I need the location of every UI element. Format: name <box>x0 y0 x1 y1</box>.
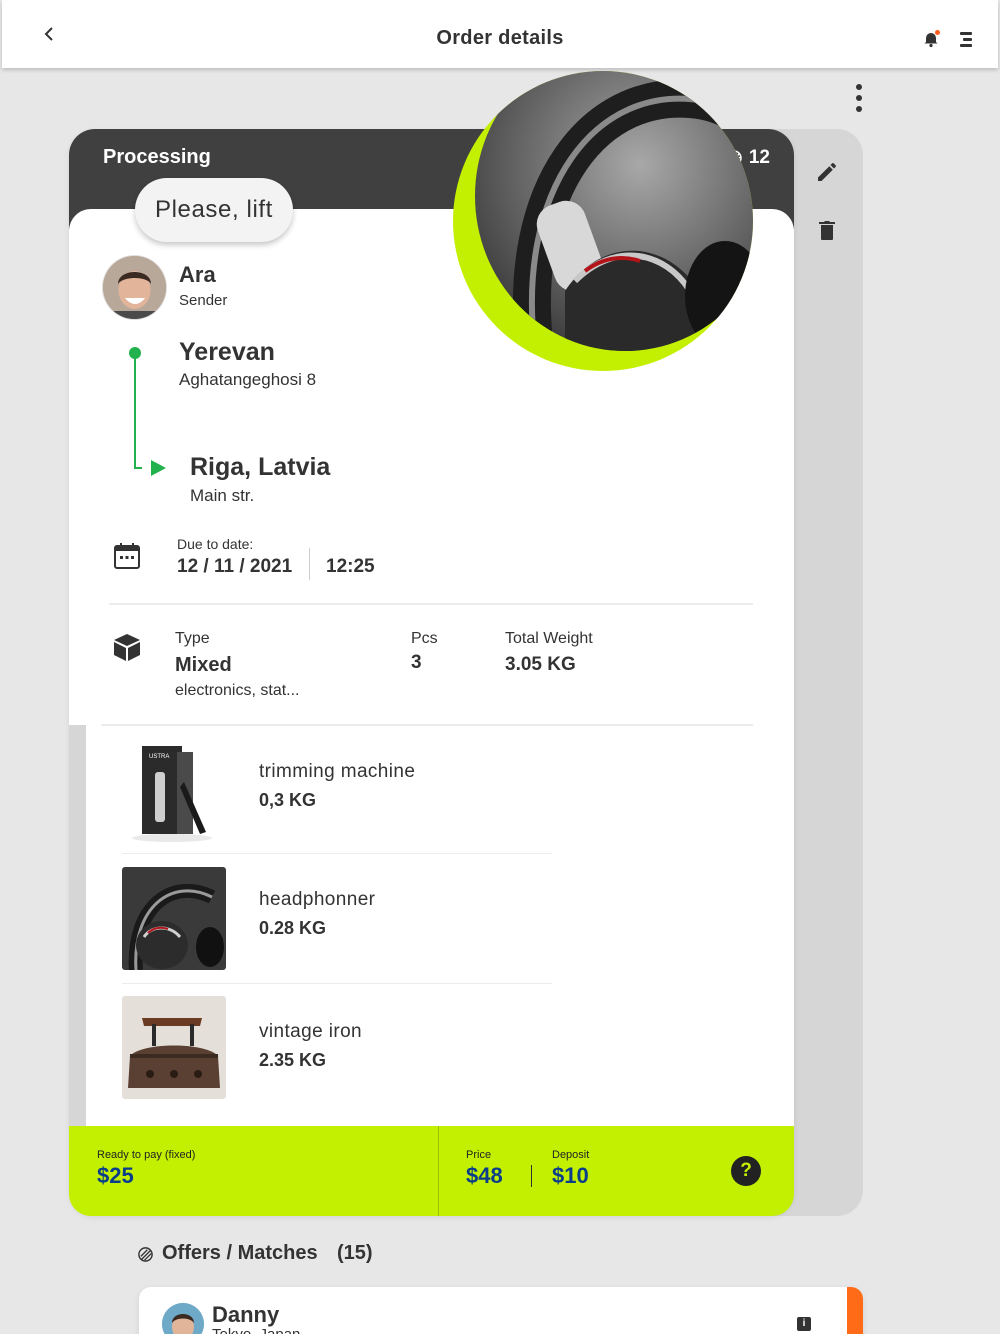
divider <box>109 603 753 605</box>
route-line <box>134 358 136 468</box>
calendar-icon <box>114 543 140 569</box>
route-arrow-icon <box>151 460 166 476</box>
destination-address: Main str. <box>190 486 255 505</box>
card-body-edge <box>69 725 86 1130</box>
offer-name: Danny <box>212 1302 280 1327</box>
price-deposit-divider <box>531 1165 532 1187</box>
kebab-icon-dot <box>856 106 862 112</box>
item-weight: 0,3 KG <box>259 790 317 810</box>
type-label: Type <box>175 630 210 647</box>
item-name: vintage iron <box>259 1021 363 1042</box>
price-value: $48 <box>466 1163 503 1188</box>
offers-count: (15) <box>337 1242 373 1264</box>
destination-city: Riga, Latvia <box>190 453 331 481</box>
page-title: Order details <box>436 27 564 49</box>
order-status: Processing <box>103 146 211 168</box>
item-divider <box>122 983 552 984</box>
item-weight: 2.35 KG <box>259 1050 327 1070</box>
deposit-value: $10 <box>552 1163 589 1188</box>
trash-icon <box>819 221 835 240</box>
menu-icon <box>960 32 972 35</box>
kebab-icon-dot <box>856 95 862 101</box>
menu-button[interactable] <box>954 31 972 47</box>
type-description: electronics, stat... <box>175 682 300 699</box>
item-thumbnail-trimmer[interactable]: USTRA <box>122 742 226 845</box>
more-options-button[interactable] <box>852 84 866 114</box>
total-weight-label: Total Weight <box>505 630 593 647</box>
offers-title: Offers / Matches <box>162 1242 318 1264</box>
item-weight: 0.28 KG <box>259 918 327 938</box>
notifications-button[interactable] <box>922 30 940 48</box>
total-weight-value: 3.05 KG <box>505 654 576 675</box>
item-name: headphonner <box>259 889 376 910</box>
type-value: Mixed <box>175 654 232 676</box>
item-divider <box>122 853 552 854</box>
route-line-end <box>134 467 142 469</box>
note-bubble: Please, lift <box>135 178 293 242</box>
sender-role: Sender <box>179 292 228 309</box>
due-date: 12 / 11 / 2021 <box>177 556 293 577</box>
menu-icon-line <box>963 38 972 41</box>
price-label: Price <box>466 1149 492 1161</box>
origin-address: Aghatangeghosi 8 <box>179 370 317 389</box>
edit-button[interactable] <box>815 160 839 184</box>
pcs-label: Pcs <box>411 630 438 647</box>
ready-to-pay-value: $25 <box>97 1163 134 1188</box>
offer-location: Tokyo, Japan <box>212 1326 300 1334</box>
help-button[interactable]: ? <box>731 1156 761 1186</box>
due-time: 12:25 <box>326 556 375 577</box>
top-app-bar: Order details <box>2 0 998 68</box>
pcs-value: 3 <box>411 652 422 673</box>
svg-text:USTRA: USTRA <box>149 754 169 760</box>
layers-icon <box>138 1247 153 1262</box>
package-icon <box>114 634 140 661</box>
notification-dot <box>935 30 940 35</box>
item-thumbnail-iron[interactable] <box>122 996 226 1099</box>
info-icon[interactable]: i <box>797 1317 811 1331</box>
headphones-photo <box>475 71 753 351</box>
origin-city: Yerevan <box>179 338 275 366</box>
product-hero-image <box>453 71 753 371</box>
item-thumbnail-headphones[interactable] <box>122 867 226 970</box>
pencil-icon <box>818 163 836 181</box>
delete-button[interactable] <box>815 218 839 242</box>
divider <box>101 724 753 726</box>
kebab-icon <box>856 84 862 90</box>
sender-avatar[interactable] <box>103 256 166 319</box>
due-label: Due to date: <box>177 536 254 552</box>
menu-icon-line <box>960 44 972 47</box>
payment-separator <box>438 1126 439 1216</box>
deposit-label: Deposit <box>552 1149 590 1161</box>
payment-bar <box>69 1126 794 1216</box>
offer-accent-bar <box>847 1287 863 1334</box>
sender-name: Ara <box>179 262 216 287</box>
due-separator <box>309 548 310 580</box>
ready-to-pay-label: Ready to pay (fixed) <box>97 1149 196 1161</box>
item-name: trimming machine <box>259 761 416 782</box>
